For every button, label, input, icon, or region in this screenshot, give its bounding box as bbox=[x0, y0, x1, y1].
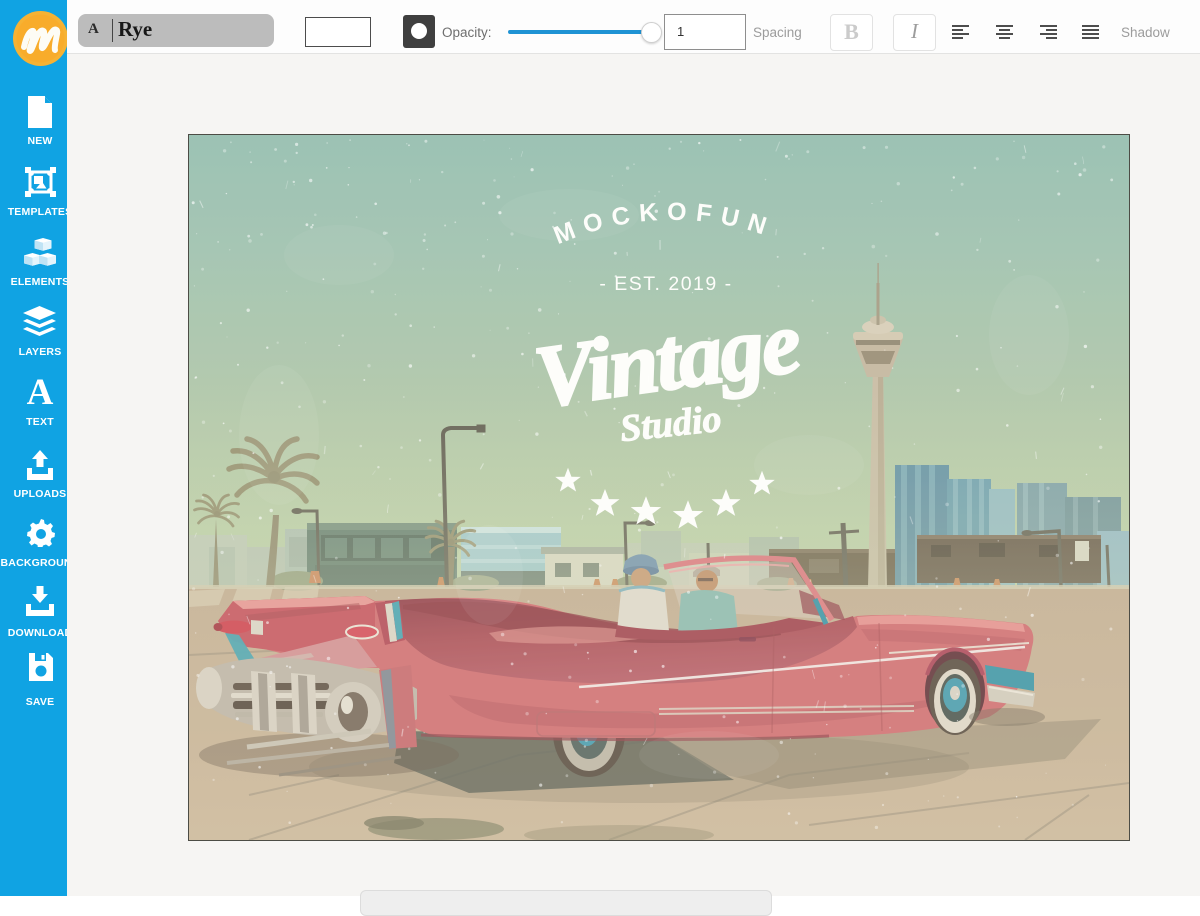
svg-text:- EST. 2019 -: - EST. 2019 - bbox=[599, 273, 732, 295]
